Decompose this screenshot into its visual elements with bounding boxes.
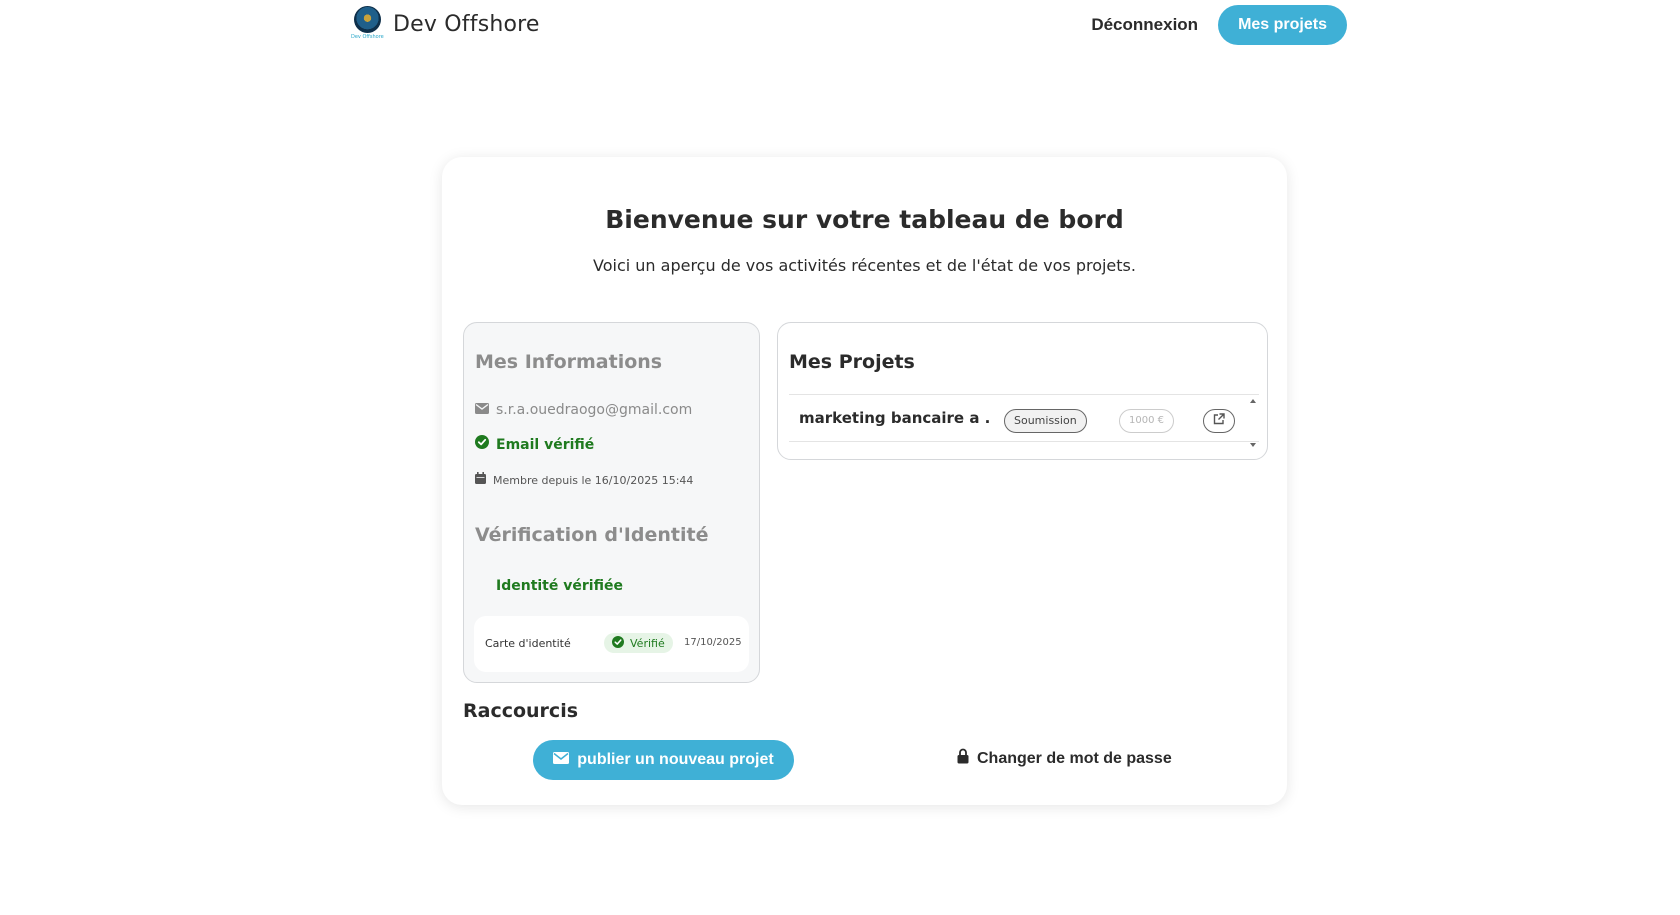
envelope-icon (553, 751, 577, 769)
change-password-link[interactable]: Changer de mot de passe (957, 748, 1172, 769)
email-status: Email vérifié (496, 436, 595, 453)
email-row: s.r.a.ouedraogo@gmail.com (475, 401, 692, 419)
page-subtitle: Voici un aperçu de vos activités récente… (593, 256, 1136, 275)
project-list[interactable]: marketing bancaire a ... Soumission 1000… (789, 394, 1259, 447)
envelope-icon (475, 401, 489, 419)
identity-document-row: Carte d'identité Vérifié 17/10/2025 (474, 616, 749, 672)
member-since-row: Membre depuis le 16/10/2025 15:44 (475, 471, 693, 489)
email-value: s.r.a.ouedraogo@gmail.com (496, 402, 693, 418)
logo-caption: Dev Offshore (351, 34, 384, 40)
my-projects-button[interactable]: Mes projets (1218, 5, 1347, 45)
calendar-icon (475, 471, 486, 489)
check-circle-icon (475, 435, 489, 454)
logo: Dev Offshore (351, 6, 384, 42)
lock-icon (957, 748, 977, 769)
identity-heading: Vérification d'Identité (475, 524, 709, 546)
member-since: Membre depuis le 16/10/2025 15:44 (493, 473, 694, 487)
document-name: Carte d'identité (485, 637, 571, 650)
nav-actions: Déconnexion Mes projets (1091, 5, 1347, 45)
document-date: 17/10/2025 (684, 637, 742, 648)
open-project-button[interactable] (1203, 409, 1235, 433)
logout-link[interactable]: Déconnexion (1091, 15, 1198, 35)
scroll-down-arrow[interactable] (1250, 443, 1256, 447)
my-info-panel: Mes Informations s.r.a.ouedraogo@gmail.c… (463, 322, 760, 683)
my-projects-panel: Mes Projets marketing bancaire a ... Sou… (777, 322, 1268, 460)
page-title: Bienvenue sur votre tableau de bord (605, 205, 1124, 234)
brand[interactable]: Dev Offshore Dev Offshore (351, 6, 540, 42)
change-password-label: Changer de mot de passe (977, 749, 1172, 767)
check-circle-icon (612, 635, 624, 651)
publish-project-button[interactable]: publier un nouveau projet (533, 740, 794, 780)
project-price: 1000 € (1119, 409, 1174, 433)
dashboard-card: Bienvenue sur votre tableau de bord Voic… (442, 157, 1287, 805)
publish-project-label: publier un nouveau projet (577, 751, 774, 768)
identity-status: Identité vérifiée (496, 578, 623, 594)
scroll-up-arrow[interactable] (1250, 399, 1256, 403)
top-navbar: Dev Offshore Dev Offshore Déconnexion Me… (0, 0, 1680, 52)
project-name: marketing bancaire a ... (799, 409, 989, 427)
email-status-row: Email vérifié (475, 435, 594, 454)
project-status-badge: Soumission (1004, 409, 1087, 433)
brand-name: Dev Offshore (393, 11, 540, 37)
external-link-icon (1213, 412, 1225, 430)
document-status: Vérifié (630, 636, 665, 650)
document-status-badge: Vérifié (604, 633, 673, 653)
my-info-heading: Mes Informations (475, 351, 663, 373)
my-projects-heading: Mes Projets (789, 351, 915, 373)
shortcuts-heading: Raccourcis (463, 700, 579, 722)
